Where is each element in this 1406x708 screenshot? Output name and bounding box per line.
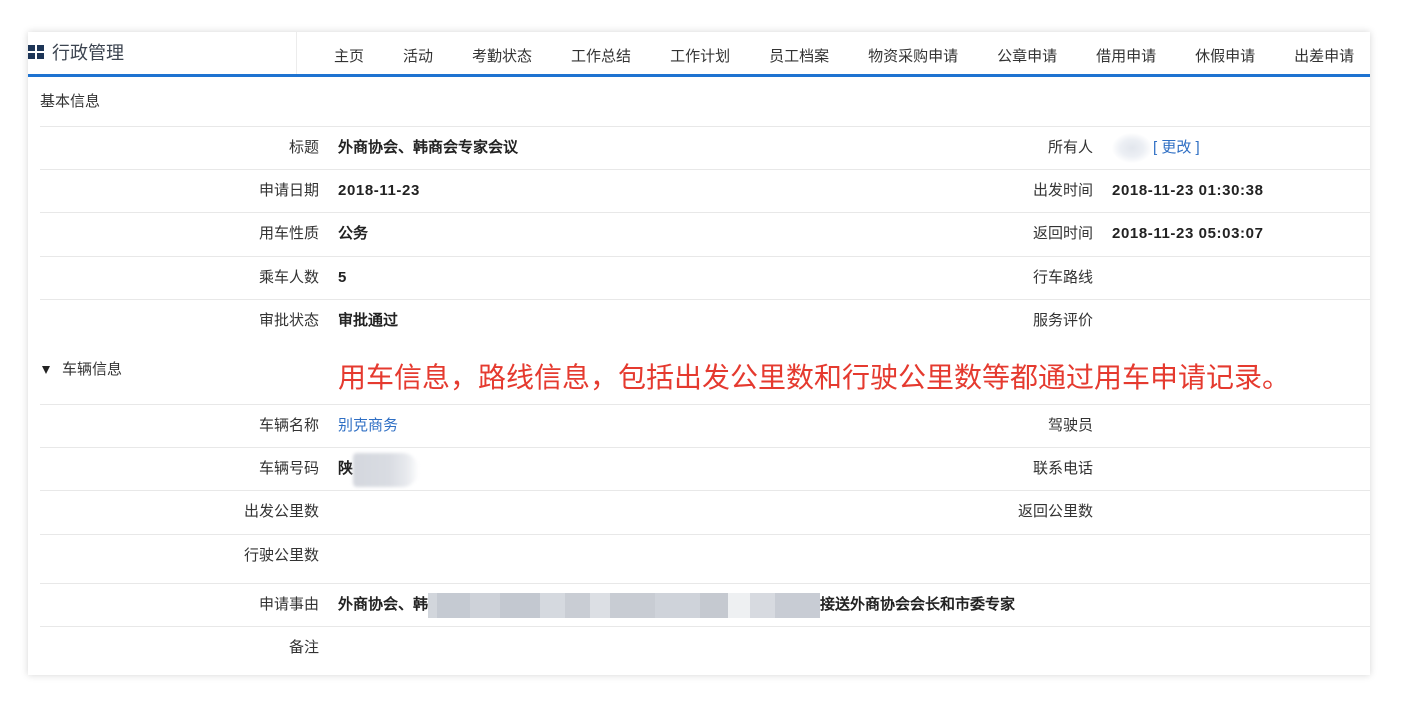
field-label: 所有人 (1047, 139, 1093, 156)
apply-date-value: 2018-11-23 (338, 182, 420, 199)
departure-time-value: 2018-11-23 01:30:38 (1112, 182, 1264, 199)
nav-employee-records[interactable]: 员工档案 (769, 48, 829, 66)
field-label: 行驶公里数 (243, 547, 319, 564)
approval-status-value: 审批通过 (338, 312, 399, 329)
reason-text-end: 接送外商协会会长和市委专家 (820, 596, 1016, 613)
field-label: 服务评价 (1032, 312, 1093, 329)
redacted-owner-name (1112, 133, 1152, 163)
info-row: 乘车人数 5 行车路线 (40, 256, 1370, 299)
app-header: 行政管理 主页 活动 考勤状态 工作总结 工作计划 员工档案 物资采购申请 公章… (28, 32, 1370, 77)
info-row: 用车性质 公务 返回时间 2018-11-23 05:03:07 (40, 212, 1370, 256)
vehicle-name-link[interactable]: 别克商务 (338, 405, 398, 447)
info-row: 行驶公里数 (40, 534, 1370, 583)
passenger-count-value: 5 (338, 269, 347, 286)
info-row: 标题 外商协会、韩商会专家会议 所有人 [ 更改 ] (40, 126, 1370, 169)
info-row: 申请日期 2018-11-23 出发时间 2018-11-23 01:30:38 (40, 169, 1370, 212)
usage-type-value: 公务 (338, 225, 369, 242)
nav-activities[interactable]: 活动 (403, 48, 433, 66)
return-time-value: 2018-11-23 05:03:07 (1112, 225, 1264, 242)
nav-home[interactable]: 主页 (334, 48, 364, 66)
info-row: 出发公里数 返回公里数 (40, 490, 1370, 534)
field-label: 车辆号码 (258, 460, 319, 477)
top-nav: 主页 活动 考勤状态 工作总结 工作计划 员工档案 物资采购申请 公章申请 借用… (334, 48, 1354, 66)
annotation-text: 用车信息，路线信息，包括出发公里数和行驶公里数等都通过用车申请记录。 (338, 361, 1291, 394)
info-row: 车辆号码 陕 联系电话 (40, 447, 1370, 490)
field-label: 联系电话 (1032, 460, 1093, 477)
app-title: 行政管理 (52, 43, 124, 63)
field-label: 返回公里数 (1017, 503, 1093, 520)
section-title-vehicle-info: 车辆信息 (62, 361, 123, 378)
info-row: 申请事由 外商协会、韩 接送外商协会会长和市委专家 (40, 583, 1370, 626)
plate-number-value: 陕 (338, 460, 354, 477)
nav-seal-application[interactable]: 公章申请 (997, 48, 1057, 66)
field-label: 申请事由 (258, 596, 319, 613)
grid-icon (28, 45, 44, 59)
nav-material-procurement[interactable]: 物资采购申请 (868, 48, 958, 66)
field-label: 车辆名称 (258, 417, 319, 434)
title-value: 外商协会、韩商会专家会议 (338, 139, 519, 156)
change-owner-link[interactable]: [ 更改 ] (1153, 127, 1200, 169)
info-row: 审批状态 审批通过 服务评价 (40, 299, 1370, 342)
header-divider (296, 32, 297, 74)
field-label: 行车路线 (1032, 269, 1093, 286)
nav-borrow-application[interactable]: 借用申请 (1096, 48, 1156, 66)
detail-card: 行政管理 主页 活动 考勤状态 工作总结 工作计划 员工档案 物资采购申请 公章… (28, 32, 1370, 675)
nav-attendance-status[interactable]: 考勤状态 (472, 48, 532, 66)
field-label: 备注 (288, 639, 319, 656)
redacted-reason-text (428, 592, 821, 618)
reason-value: 外商协会、韩 接送外商协会会长和市委专家 (338, 584, 1015, 626)
section-title-basic-info: 基本信息 (40, 93, 101, 110)
nav-work-plan[interactable]: 工作计划 (670, 48, 730, 66)
field-label: 驾驶员 (1047, 417, 1093, 434)
field-label: 返回时间 (1032, 225, 1093, 242)
field-label: 出发公里数 (243, 503, 319, 520)
info-row: 车辆名称 别克商务 驾驶员 (40, 404, 1370, 447)
nav-leave-application[interactable]: 休假申请 (1195, 48, 1255, 66)
field-label: 审批状态 (258, 312, 319, 329)
nav-work-summary[interactable]: 工作总结 (571, 48, 631, 66)
section-header-vehicle-info: 车辆信息 用车信息，路线信息，包括出发公里数和行驶公里数等都通过用车申请记录。 (40, 342, 1370, 404)
nav-business-trip-application[interactable]: 出差申请 (1294, 48, 1354, 66)
reason-text-start: 外商协会、韩 (338, 596, 429, 613)
detail-content: 基本信息 标题 外商协会、韩商会专家会议 所有人 [ 更改 ] 申请日期 201… (40, 77, 1370, 675)
redacted-plate-number (353, 453, 419, 487)
field-label: 申请日期 (258, 182, 319, 199)
field-label: 用车性质 (258, 225, 319, 242)
field-label: 乘车人数 (258, 269, 319, 286)
field-label: 标题 (288, 139, 319, 156)
info-row: 备注 (40, 626, 1370, 675)
triangle-down-icon (42, 366, 50, 374)
vehicle-info-toggle[interactable]: 车辆信息 (40, 358, 160, 384)
field-label: 出发时间 (1032, 182, 1093, 199)
